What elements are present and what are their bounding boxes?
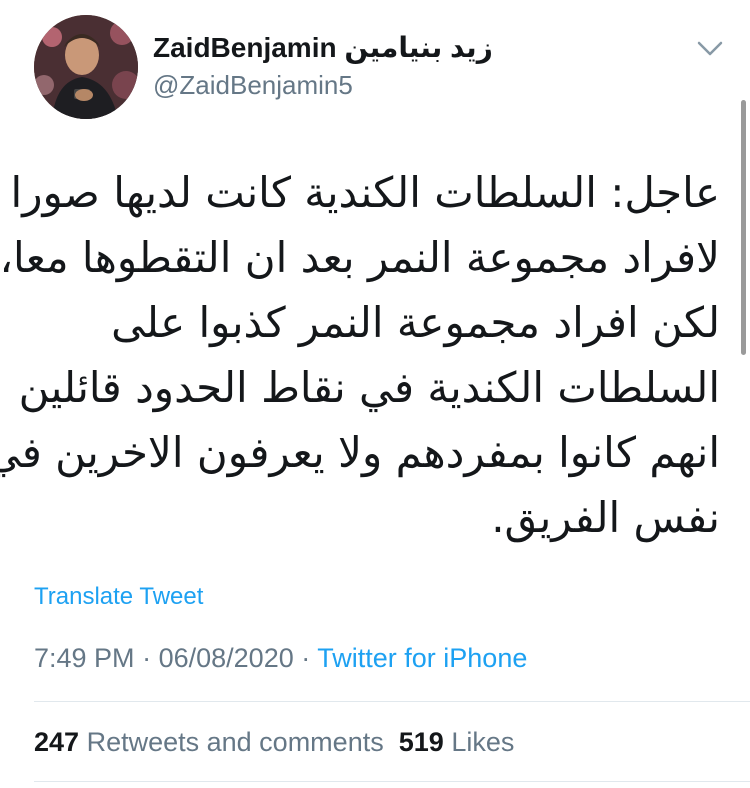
meta-separator: ·: [301, 643, 311, 673]
tweet-text: عاجل: السلطات الكندية كانت لديها صورا لا…: [0, 160, 720, 550]
retweets-stat[interactable]: 247 Retweets and comments: [34, 727, 384, 757]
tweet-text-line: لافراد مجموعة النمر بعد ان التقطوها معا،: [0, 233, 720, 282]
avatar[interactable]: [34, 15, 138, 119]
tweet-source-link[interactable]: Twitter for iPhone: [317, 643, 527, 673]
tweet-detail: ZaidBenjamin زيد بنيامين @ZaidBenjamin5 …: [0, 0, 750, 788]
likes-count: 519: [398, 727, 444, 757]
tweet-text-line: عاجل: السلطات الكندية كانت لديها صورا: [10, 168, 720, 217]
meta-separator: ·: [142, 643, 152, 673]
retweets-count: 247: [34, 727, 80, 757]
user-handle[interactable]: @ZaidBenjamin5: [153, 68, 493, 102]
tweet-text-line: السلطات الكندية في نقاط الحدود قائلين: [18, 363, 720, 412]
tweet-time: 7:49 PM: [34, 643, 135, 673]
likes-label: Likes: [451, 727, 515, 757]
chevron-down-icon[interactable]: [690, 32, 730, 66]
divider: [34, 701, 750, 702]
tweet-meta: 7:49 PM · 06/08/2020 · Twitter for iPhon…: [34, 640, 527, 676]
tweet-stats: 247 Retweets and comments 519 Likes: [34, 724, 514, 760]
likes-stat[interactable]: 519 Likes: [399, 727, 515, 757]
divider: [34, 781, 750, 782]
retweets-label: Retweets and comments: [86, 727, 384, 757]
scrollbar[interactable]: [741, 100, 746, 355]
tweet-text-line: نفس الفريق.: [491, 493, 720, 542]
display-name[interactable]: ZaidBenjamin زيد بنيامين: [153, 30, 493, 66]
user-info[interactable]: ZaidBenjamin زيد بنيامين @ZaidBenjamin5: [153, 30, 493, 102]
tweet-date: 06/08/2020: [158, 643, 294, 673]
avatar-photo: [34, 15, 138, 119]
tweet-text-line: لكن افراد مجموعة النمر كذبوا على: [111, 298, 720, 347]
tweet-text-line: انهم كانوا بمفردهم ولا يعرفون الاخرين في: [0, 428, 720, 477]
translate-tweet-link[interactable]: Translate Tweet: [34, 581, 203, 613]
